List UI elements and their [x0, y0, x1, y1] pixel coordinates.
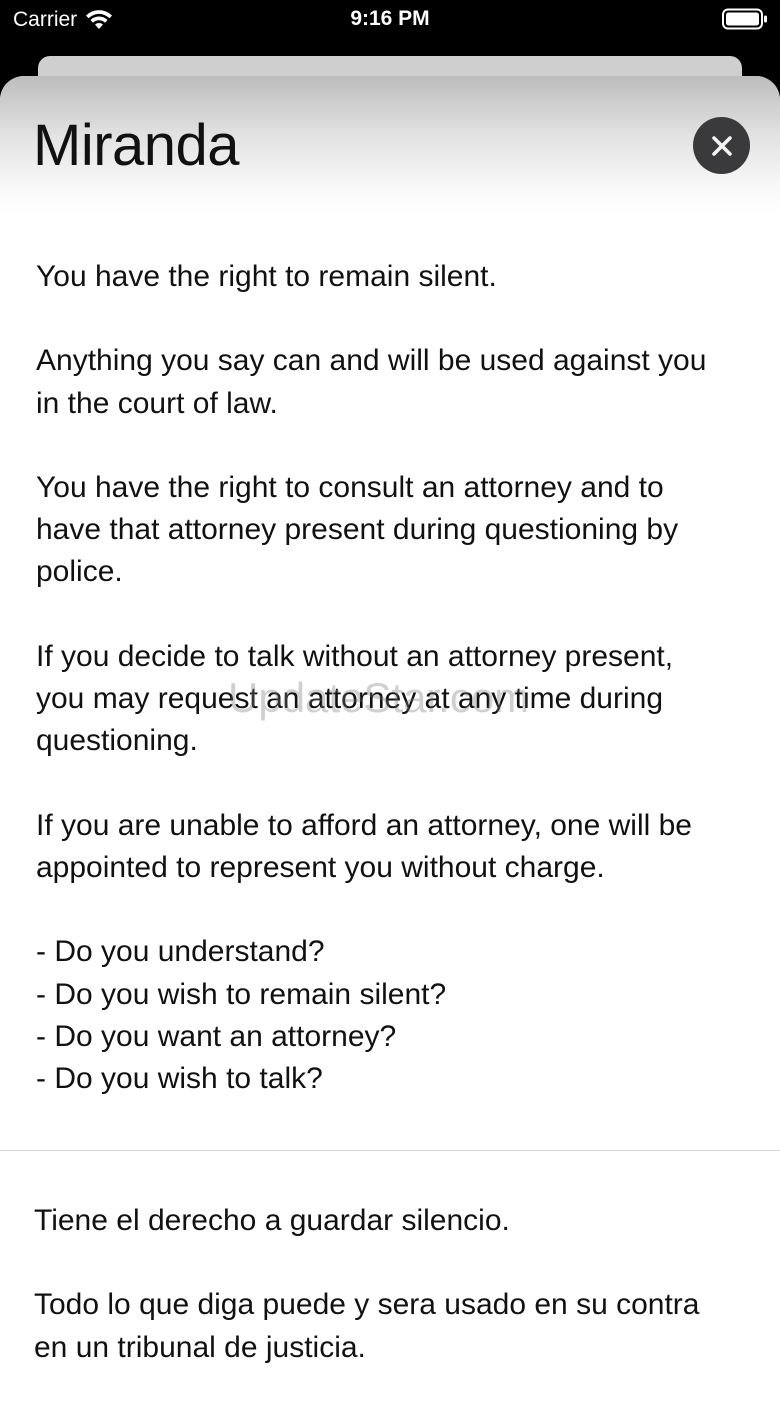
text-line: in the court of law. — [36, 386, 278, 420]
text-line: police. — [36, 555, 123, 589]
status-bar: Carrier 9:16 PM — [0, 0, 780, 40]
text-line: You have the right to consult an attorne… — [36, 470, 664, 504]
text-line: If you decide to talk without an attorne… — [36, 639, 674, 673]
text-line: Anything you say can and will be used ag… — [36, 344, 707, 378]
paragraph-right-silent: You have the right to remain silent. — [36, 256, 744, 298]
text-line: If you are unable to afford an attorney,… — [36, 808, 692, 842]
page-title: Miranda — [33, 113, 240, 178]
paragraph-used-against: Anything you say can and will be used ag… — [36, 340, 744, 425]
text-line: appointed to represent you without charg… — [36, 850, 605, 884]
close-button[interactable] — [693, 117, 750, 174]
question-remain-silent: - Do you wish to remain silent? — [36, 977, 447, 1011]
question-understand: - Do you understand? — [36, 935, 325, 969]
question-wish-talk: - Do you wish to talk? — [36, 1062, 323, 1096]
paragraph-appointed-attorney: If you are unable to afford an attorney,… — [36, 805, 744, 890]
paragraph-request-attorney: If you decide to talk without an attorne… — [36, 636, 744, 763]
question-list: - Do you understand? - Do you wish to rem… — [36, 931, 744, 1100]
sheet-header: Miranda — [0, 76, 780, 212]
paragraph-consult-attorney: You have the right to consult an attorne… — [36, 467, 744, 594]
close-icon — [711, 135, 732, 156]
miranda-sheet: Miranda You have the right to remain sil… — [0, 76, 780, 1416]
spanish-warning: Tiene el derecho a guardar silencio. Tod… — [0, 1200, 780, 1369]
text-line: en un tribunal de justicia. — [34, 1330, 366, 1364]
question-want-attorney: - Do you want an attorney? — [36, 1019, 397, 1053]
paragraph-usado-en-contra: Todo lo que diga puede y sera usado en s… — [34, 1284, 744, 1369]
section-divider — [0, 1150, 780, 1151]
paragraph-guardar-silencio: Tiene el derecho a guardar silencio. — [34, 1200, 744, 1242]
text-line: You have the right to remain silent. — [36, 260, 497, 293]
text-line: Tiene el derecho a guardar silencio. — [34, 1204, 510, 1237]
text-line: you may request an attorney at any time … — [36, 682, 664, 716]
text-line: questioning. — [36, 724, 198, 758]
text-line: Todo lo que diga puede y sera usado en s… — [34, 1288, 700, 1322]
english-warning: You have the right to remain silent. Any… — [0, 256, 780, 1100]
text-line: have that attorney present during questi… — [36, 513, 679, 547]
battery-icon — [722, 8, 767, 30]
status-time: 9:16 PM — [350, 7, 430, 30]
